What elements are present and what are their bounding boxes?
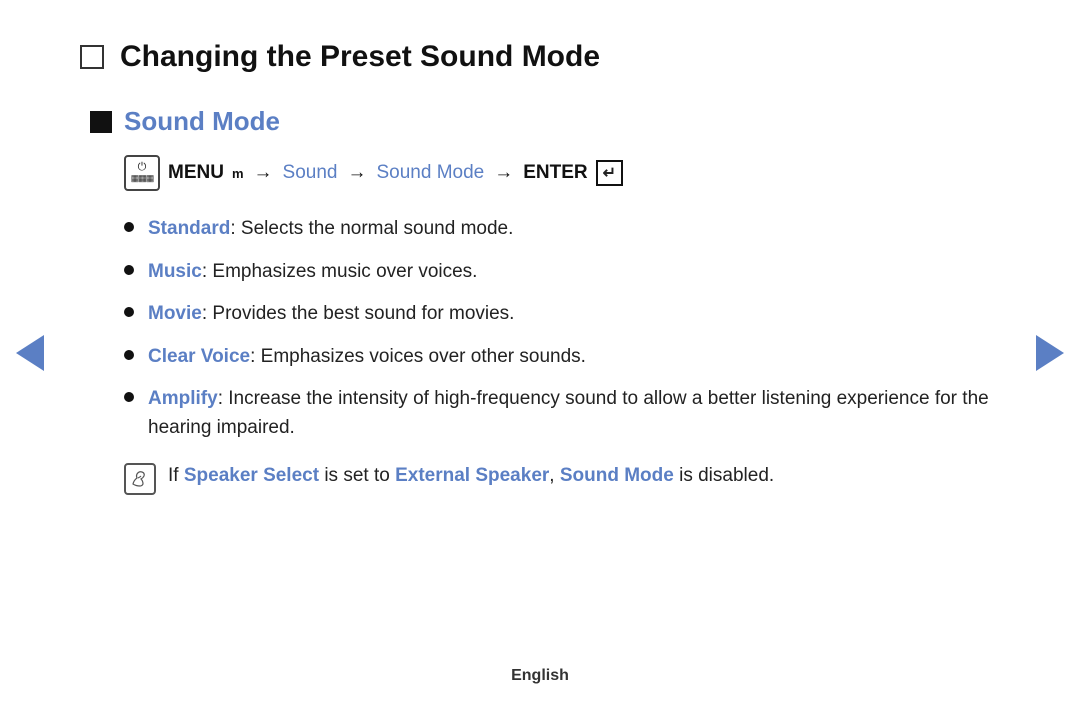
section-header: Sound Mode (90, 106, 1000, 137)
note-external-speaker: External Speaker (395, 465, 549, 486)
menu-sound-mode-link: Sound Mode (376, 162, 484, 184)
bullet-dot (124, 350, 134, 360)
note-prefix: If (168, 465, 184, 486)
page-title-row: Changing the Preset Sound Mode (80, 40, 1000, 74)
bullet-term: Movie (148, 303, 202, 324)
note-text: If Speaker Select is set to External Spe… (168, 462, 774, 491)
arrow-1: → (254, 162, 273, 184)
footer: English (0, 667, 1080, 685)
bullet-dot (124, 392, 134, 402)
bullet-content: Music: Emphasizes music over voices. (148, 258, 477, 287)
left-arrow-icon (16, 335, 44, 371)
menu-icon: ⏻▦▦▦ (124, 155, 160, 191)
bullet-term: Music (148, 261, 202, 282)
menu-label: MENU (168, 162, 224, 184)
arrow-2: → (347, 162, 366, 184)
section-title: Sound Mode (124, 106, 280, 137)
right-arrow-icon (1036, 335, 1064, 371)
bullet-desc: : Emphasizes music over voices. (202, 261, 478, 282)
note-row: If Speaker Select is set to External Spe… (124, 462, 1000, 495)
enter-icon: ↵ (596, 160, 623, 186)
bullet-desc: : Emphasizes voices over other sounds. (250, 346, 586, 367)
menu-path: ⏻▦▦▦ MENU m → Sound → Sound Mode → ENTER… (124, 155, 1000, 191)
bullet-dot (124, 265, 134, 275)
bullet-content: Clear Voice: Emphasizes voices over othe… (148, 343, 586, 372)
checkbox-icon (80, 45, 104, 69)
arrow-3: → (494, 162, 513, 184)
bullet-desc: : Increase the intensity of high-frequen… (148, 388, 989, 438)
section: Sound Mode ⏻▦▦▦ MENU m → Sound → Sound M… (90, 106, 1000, 495)
note-icon (124, 463, 156, 495)
nav-arrow-right[interactable] (1032, 335, 1068, 371)
bullet-list: Standard: Selects the normal sound mode.… (124, 215, 1000, 442)
list-item: Music: Emphasizes music over voices. (124, 258, 1000, 287)
menu-sound-link: Sound (283, 162, 338, 184)
bullet-term: Clear Voice (148, 346, 250, 367)
list-item: Amplify: Increase the intensity of high-… (124, 385, 1000, 442)
bullet-content: Amplify: Increase the intensity of high-… (148, 385, 1000, 442)
note-speaker-select: Speaker Select (184, 465, 319, 486)
list-item: Standard: Selects the normal sound mode. (124, 215, 1000, 244)
bullet-term: Standard (148, 218, 230, 239)
page-title: Changing the Preset Sound Mode (120, 40, 600, 74)
note-sound-mode: Sound Mode (560, 465, 674, 486)
bullet-content: Standard: Selects the normal sound mode. (148, 215, 513, 244)
black-square-icon (90, 111, 112, 133)
list-item: Clear Voice: Emphasizes voices over othe… (124, 343, 1000, 372)
bullet-desc: : Selects the normal sound mode. (230, 218, 513, 239)
note-middle: is set to (319, 465, 395, 486)
note-comma: , (549, 465, 560, 486)
page-container: Changing the Preset Sound Mode Sound Mod… (0, 0, 1080, 705)
nav-arrow-left[interactable] (12, 335, 48, 371)
bullet-dot (124, 222, 134, 232)
footer-text: English (511, 667, 569, 684)
bullet-desc: : Provides the best sound for movies. (202, 303, 515, 324)
bullet-dot (124, 307, 134, 317)
list-item: Movie: Provides the best sound for movie… (124, 300, 1000, 329)
note-suffix: is disabled. (674, 465, 774, 486)
bullet-term: Amplify (148, 388, 218, 409)
bullet-content: Movie: Provides the best sound for movie… (148, 300, 514, 329)
enter-label: ENTER (523, 162, 587, 184)
menu-superscript: m (232, 166, 244, 181)
